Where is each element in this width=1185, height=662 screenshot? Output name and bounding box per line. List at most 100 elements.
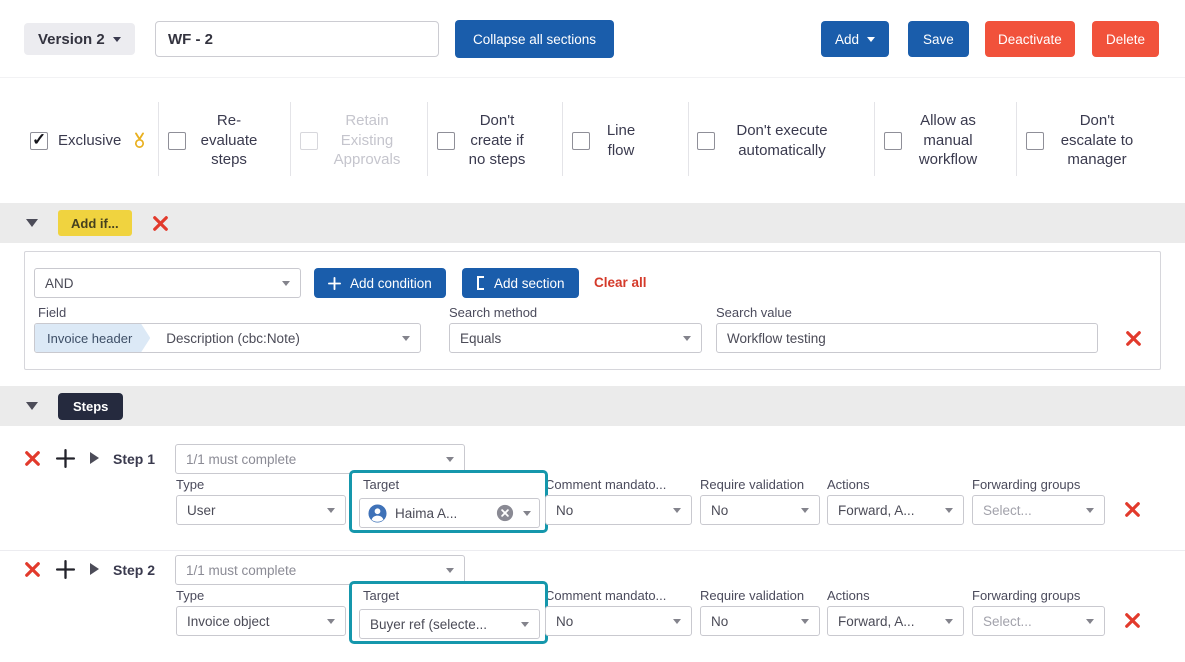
save-button[interactable]: Save <box>908 21 969 57</box>
delete-button[interactable]: Delete <box>1092 21 1159 57</box>
option-label: Allow as manual workflow <box>912 111 984 170</box>
type-value: Invoice object <box>187 614 327 629</box>
dont-escalate-checkbox[interactable] <box>1026 132 1044 150</box>
collapse-steps-icon[interactable] <box>26 402 38 410</box>
step-row: Step 2 1/1 must complete Type Comment ma… <box>0 550 1185 654</box>
add-step-icon[interactable] <box>55 448 76 469</box>
target-value: Buyer ref (selecte... <box>370 617 521 632</box>
forwarding-groups-select[interactable]: Select... <box>972 606 1105 636</box>
search-value-column-label: Search value <box>716 305 792 320</box>
workflow-name-input[interactable] <box>155 21 439 57</box>
divider <box>290 102 291 176</box>
option-label: Retain Existing Approvals <box>328 111 406 170</box>
require-validation-select[interactable]: No <box>700 606 820 636</box>
require-validation-select[interactable]: No <box>700 495 820 525</box>
add-section-button[interactable]: Add section <box>462 268 579 298</box>
comment-column-label: Comment mandato... <box>545 588 666 603</box>
collapse-condition-icon[interactable] <box>26 219 38 227</box>
comment-mandatory-select[interactable]: No <box>545 606 692 636</box>
chevron-down-icon <box>801 508 809 513</box>
require-validation-value: No <box>711 614 801 629</box>
version-label: Version 2 <box>38 31 105 48</box>
require-validation-column-label: Require validation <box>700 588 804 603</box>
comment-column-label: Comment mandato... <box>545 477 666 492</box>
chevron-down-icon <box>282 281 290 286</box>
divider <box>158 102 159 176</box>
actions-column-label: Actions <box>827 588 870 603</box>
add-step-icon[interactable] <box>55 559 76 580</box>
comment-mandatory-value: No <box>556 503 673 518</box>
type-column-label: Type <box>176 588 204 603</box>
dont-create-checkbox[interactable] <box>437 132 455 150</box>
delete-step-icon[interactable] <box>22 448 43 469</box>
option-label: Exclusive <box>58 131 121 151</box>
remove-condition-section-icon[interactable] <box>150 213 171 234</box>
field-name-value: Description (cbc:Note) <box>150 331 402 346</box>
target-select[interactable]: Buyer ref (selecte... <box>359 609 540 639</box>
deactivate-button[interactable]: Deactivate <box>985 21 1075 57</box>
medal-icon <box>131 132 148 149</box>
add-label: Add <box>835 32 859 47</box>
remove-step-config-icon[interactable] <box>1122 499 1143 520</box>
clear-target-icon[interactable] <box>496 504 514 522</box>
divider <box>1016 102 1017 176</box>
type-select[interactable]: Invoice object <box>176 606 346 636</box>
require-validation-value: No <box>711 503 801 518</box>
forwarding-groups-select[interactable]: Select... <box>972 495 1105 525</box>
logical-operator-select[interactable]: AND <box>34 268 301 298</box>
forwarding-groups-value: Select... <box>983 614 1086 629</box>
option-retain-existing-approvals: Retain Existing Approvals <box>300 78 406 203</box>
chevron-down-icon <box>673 619 681 624</box>
chevron-down-icon <box>327 619 335 624</box>
dont-execute-checkbox[interactable] <box>697 132 715 150</box>
option-dont-create-if-no-steps[interactable]: Don't create if no steps <box>437 78 529 203</box>
bracket-icon <box>476 276 485 290</box>
delete-step-icon[interactable] <box>22 559 43 580</box>
expand-step-icon[interactable] <box>90 452 99 464</box>
remove-condition-icon[interactable] <box>1123 328 1144 349</box>
steps-section-header: Steps <box>0 386 1185 426</box>
actions-column-label: Actions <box>827 477 870 492</box>
option-label: Don't create if no steps <box>465 111 529 170</box>
reevaluate-checkbox[interactable] <box>168 132 186 150</box>
line-flow-checkbox[interactable] <box>572 132 590 150</box>
search-value-input[interactable] <box>716 323 1098 353</box>
chevron-down-icon <box>521 622 529 627</box>
clear-all-link[interactable]: Clear all <box>594 275 647 290</box>
option-dont-execute-automatically[interactable]: Don't execute automatically <box>697 78 839 203</box>
chevron-down-icon <box>402 336 410 341</box>
remove-step-config-icon[interactable] <box>1122 610 1143 631</box>
type-select[interactable]: User <box>176 495 346 525</box>
add-dropdown-button[interactable]: Add <box>821 21 889 57</box>
option-reevaluate-steps[interactable]: Re-evaluate steps <box>168 78 262 203</box>
completion-rule-value: 1/1 must complete <box>186 563 446 578</box>
retain-approvals-checkbox <box>300 132 318 150</box>
steps-badge[interactable]: Steps <box>58 393 123 420</box>
type-value: User <box>187 503 327 518</box>
actions-select[interactable]: Forward, A... <box>827 606 964 636</box>
search-method-select[interactable]: Equals <box>449 323 702 353</box>
option-exclusive[interactable]: Exclusive <box>30 78 148 203</box>
target-select[interactable]: Haima A... <box>359 498 540 528</box>
operator-value: AND <box>45 276 282 291</box>
option-label: Don't execute automatically <box>725 121 839 160</box>
chevron-down-icon <box>113 37 121 42</box>
step-name: Step 2 <box>113 562 155 578</box>
exclusive-checkbox[interactable] <box>30 132 48 150</box>
add-condition-button[interactable]: Add condition <box>314 268 446 298</box>
field-select[interactable]: Invoice header Description (cbc:Note) <box>34 323 421 353</box>
add-if-button[interactable]: Add if... <box>58 210 132 236</box>
option-line-flow[interactable]: Line flow <box>572 78 642 203</box>
expand-step-icon[interactable] <box>90 563 99 575</box>
option-dont-escalate-to-manager[interactable]: Don't escalate to manager <box>1026 78 1140 203</box>
actions-select[interactable]: Forward, A... <box>827 495 964 525</box>
comment-mandatory-select[interactable]: No <box>545 495 692 525</box>
version-dropdown[interactable]: Version 2 <box>24 23 135 55</box>
condition-section-header: Add if... <box>0 203 1185 243</box>
manual-workflow-checkbox[interactable] <box>884 132 902 150</box>
option-allow-as-manual-workflow[interactable]: Allow as manual workflow <box>884 78 984 203</box>
forwarding-groups-value: Select... <box>983 503 1086 518</box>
collapse-all-sections-button[interactable]: Collapse all sections <box>455 20 614 58</box>
add-condition-label: Add condition <box>350 276 432 291</box>
target-value: Haima A... <box>395 506 490 521</box>
